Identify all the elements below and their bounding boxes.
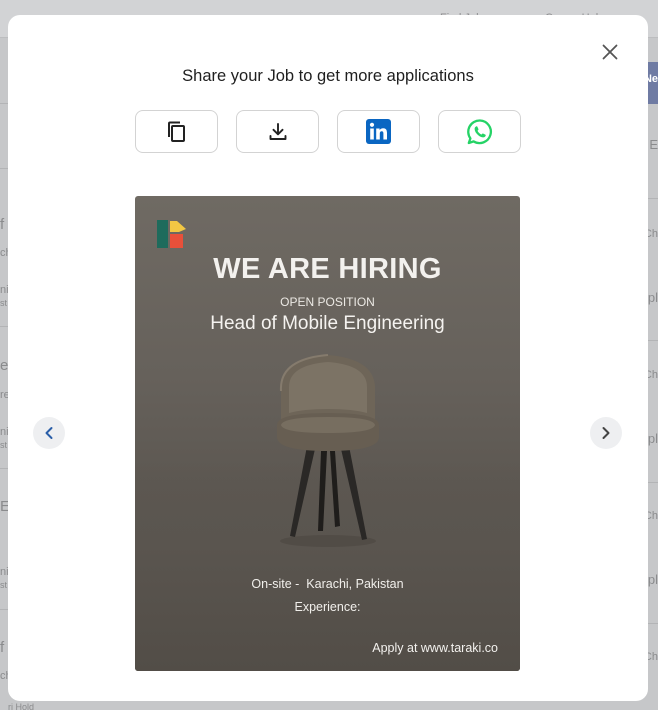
whatsapp-icon <box>466 118 492 144</box>
poster-location: On-site - Karachi, Pakistan <box>251 577 404 591</box>
linkedin-share-button[interactable] <box>337 110 420 153</box>
background-fragment: E <box>649 137 658 152</box>
chevron-left-icon <box>45 427 53 439</box>
poster-job-title: Head of Mobile Engineering <box>210 313 445 334</box>
background-fragment: f <box>0 639 5 656</box>
chair-image <box>277 354 379 547</box>
background-fragment: pl <box>647 431 658 446</box>
copy-link-button[interactable] <box>135 110 218 153</box>
linkedin-icon <box>366 119 391 144</box>
download-button[interactable] <box>236 110 319 153</box>
copy-icon <box>167 121 185 142</box>
background-fragment: st <box>0 440 8 450</box>
previous-template-button[interactable] <box>33 417 65 449</box>
poster-apply-link: Apply at www.taraki.co <box>372 641 498 655</box>
taraki-logo-icon <box>157 220 186 248</box>
poster-headline: WE ARE HIRING <box>213 253 442 285</box>
download-icon <box>269 122 286 140</box>
background-fragment: ri Hold <box>8 702 35 710</box>
background-fragment: st <box>0 580 8 590</box>
background-fragment: st <box>0 298 8 308</box>
background-fragment: f <box>0 216 5 233</box>
close-button[interactable] <box>598 40 622 64</box>
chevron-right-icon <box>602 427 610 439</box>
background-fragment: pl <box>647 290 658 305</box>
share-options <box>135 110 521 153</box>
poster-experience: Experience: <box>294 600 361 614</box>
whatsapp-share-button[interactable] <box>438 110 521 153</box>
modal-title: Share your Job to get more applications <box>182 67 474 85</box>
next-template-button[interactable] <box>590 417 622 449</box>
job-poster-preview: WE ARE HIRING OPEN POSITION Head of Mobi… <box>135 196 520 671</box>
background-fragment: pl <box>647 572 658 587</box>
share-job-modal: Share your Job to get more applications <box>8 15 648 701</box>
poster-open-position-label: OPEN POSITION <box>280 295 375 309</box>
close-icon <box>602 44 618 60</box>
